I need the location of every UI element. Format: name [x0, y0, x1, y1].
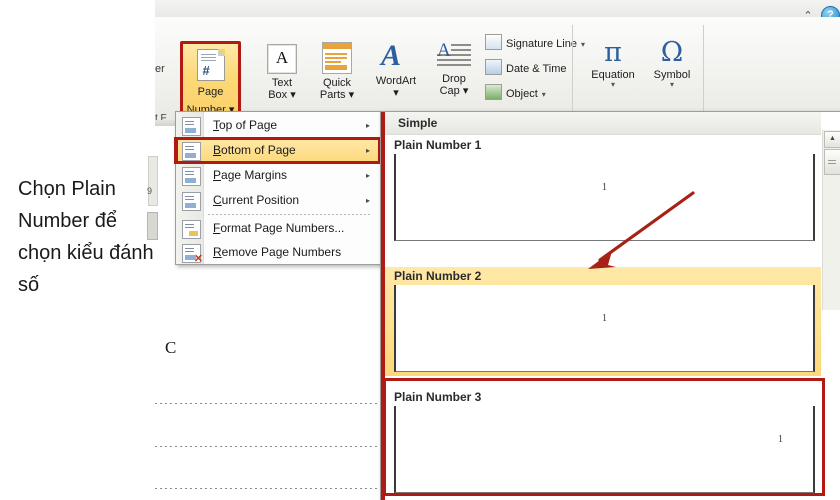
scroll-up-arrow-icon[interactable]: ▲	[824, 131, 840, 148]
object-label: Object	[506, 88, 538, 100]
signature-line-icon	[485, 34, 502, 50]
menu-item-page-margins[interactable]: Page Margins ▸	[177, 163, 379, 188]
gallery-item-label: Plain Number 1	[385, 136, 821, 154]
equation-button[interactable]: π Equation ▾	[583, 39, 643, 89]
gallery-item-preview: 1	[394, 285, 815, 372]
page-number-icon: #	[197, 49, 225, 81]
page-number-label-line1: Page	[198, 86, 224, 98]
document-dotted-line	[155, 446, 377, 447]
wordart-icon	[381, 42, 411, 72]
text-box-label-line2: Box ▾	[256, 89, 308, 101]
drop-cap-icon	[437, 42, 471, 70]
equation-dropdown-arrow[interactable]: ▾	[583, 81, 643, 89]
group-divider-symbols	[703, 25, 704, 113]
menu-item-format-page-numbers[interactable]: Format Page Numbers...	[177, 216, 379, 241]
menu-item-label: Current Position	[213, 193, 299, 207]
menu-item-remove-page-numbers[interactable]: ✕ Remove Page Numbers	[177, 240, 379, 265]
gallery-header-label: Simple	[398, 116, 437, 130]
preview-page-number: 1	[602, 313, 607, 324]
document-character: C	[165, 338, 176, 358]
drop-cap-label-line1: Drop	[431, 73, 477, 85]
gallery-header: Simple	[385, 112, 821, 135]
wordart-label: WordArt	[365, 75, 427, 87]
scrollbar-thumb[interactable]	[824, 149, 840, 175]
menu-item-label: Top of Page	[213, 118, 277, 132]
symbol-icon: Ω	[661, 37, 683, 68]
object-icon	[485, 84, 502, 100]
date-time-label: Date & Time	[506, 63, 567, 75]
wordart-dropdown-arrow[interactable]: ▾	[365, 87, 427, 99]
date-time-button[interactable]: Date & Time	[485, 59, 567, 75]
current-position-icon	[182, 192, 201, 211]
submenu-arrow-icon: ▸	[366, 121, 370, 130]
ruler-marker-box	[147, 212, 158, 240]
group-divider-text	[572, 25, 573, 113]
menu-separator	[208, 214, 372, 215]
menu-item-label: Format Page Numbers...	[213, 221, 344, 235]
menu-item-label: Remove Page Numbers	[213, 245, 341, 259]
submenu-arrow-icon: ▸	[366, 171, 370, 180]
gallery-scrollbar[interactable]: ▲	[822, 130, 840, 310]
page-number-menu[interactable]: Top of Page ▸ Bottom of Page ▸ Page Marg…	[175, 111, 381, 265]
drop-cap-label-line2: Cap ▾	[431, 85, 477, 97]
page-number-gallery[interactable]: Simple Plain Number 1 1 Plain Number 2 1…	[380, 111, 840, 500]
annotation-arrow-icon	[560, 175, 720, 285]
date-time-icon	[485, 59, 502, 75]
symbol-button[interactable]: Ω Symbol ▾	[645, 39, 699, 89]
quick-parts-label-line1: Quick	[310, 77, 364, 89]
object-button[interactable]: Object▾	[485, 84, 546, 100]
plain-number-2-highlight-ring	[383, 378, 825, 496]
format-page-numbers-icon	[182, 220, 201, 239]
ribbon-partial-tab: er	[155, 63, 165, 75]
text-box-icon	[267, 44, 297, 74]
document-dotted-line	[155, 403, 377, 404]
quick-parts-label-line2: Parts ▾	[310, 89, 364, 101]
remove-page-numbers-icon: ✕	[182, 244, 201, 263]
menu-item-top-of-page[interactable]: Top of Page ▸	[177, 113, 379, 138]
quick-parts-icon	[322, 42, 352, 74]
page-number-button[interactable]: # Page Number ▾	[180, 41, 241, 119]
signature-line-label: Signature Line	[506, 38, 577, 50]
document-scroll-thumb[interactable]	[148, 156, 158, 206]
drop-cap-button[interactable]: Drop Cap ▾	[431, 42, 477, 97]
ribbon: er t F # Page Number ▾ Text Box ▾	[155, 17, 840, 121]
bottom-of-page-highlight-ring	[174, 137, 382, 164]
signature-line-button[interactable]: Signature Line▾	[485, 34, 585, 50]
quick-parts-button[interactable]: Quick Parts ▾	[310, 42, 364, 101]
equation-icon: π	[604, 37, 622, 68]
screenshot-root: Chọn Plain Number để chọn kiểu đánh số ⌃…	[0, 0, 840, 500]
menu-item-label: Page Margins	[213, 168, 287, 182]
word-application-window: ⌃ ? er t F # Page Number ▾ Text Box ▾	[155, 0, 840, 500]
text-box-button[interactable]: Text Box ▾	[256, 44, 308, 101]
page-margins-icon	[182, 167, 201, 186]
menu-item-current-position[interactable]: Current Position ▸	[177, 188, 379, 213]
document-dotted-line	[155, 488, 377, 489]
submenu-arrow-icon: ▸	[366, 196, 370, 205]
ruler-marker-number: 9	[147, 186, 152, 196]
text-box-label-line1: Text	[256, 77, 308, 89]
ribbon-title-strip	[155, 0, 840, 18]
caption-text: Chọn Plain Number để chọn kiểu đánh số	[18, 173, 158, 301]
top-of-page-icon	[182, 117, 201, 136]
wordart-button[interactable]: WordArt ▾	[365, 42, 427, 99]
symbol-dropdown-arrow[interactable]: ▾	[645, 81, 699, 89]
